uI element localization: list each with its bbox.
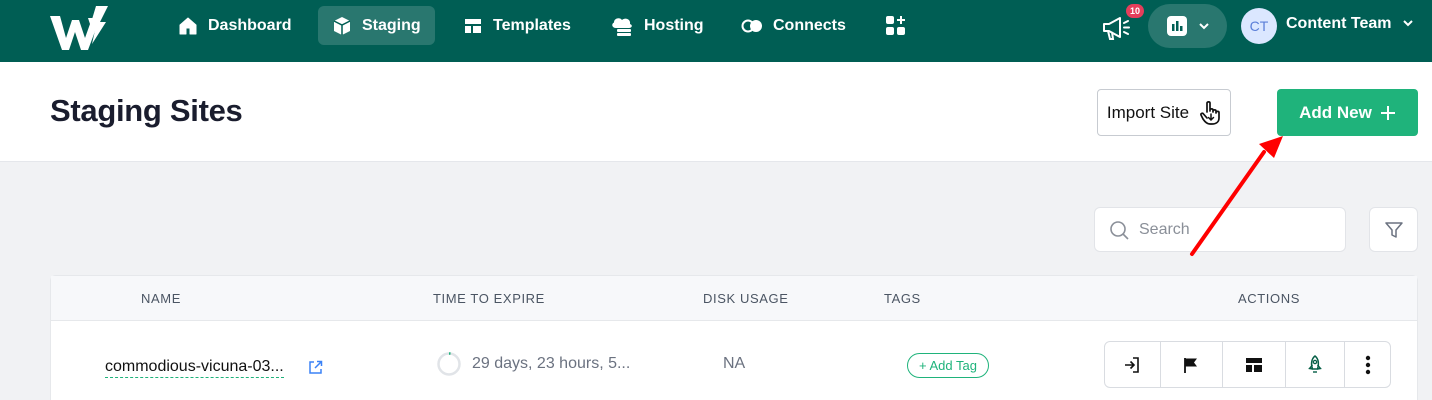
toggle-icon — [741, 19, 762, 32]
stats-dropdown-button[interactable] — [1148, 4, 1227, 48]
annotation-arrow-icon — [1190, 136, 1283, 256]
staging-sites-table: NAME TIME TO EXPIRE DISK USAGE TAGS ACTI… — [50, 275, 1418, 400]
expire-progress-ring-icon — [437, 352, 461, 376]
column-header-disk-usage: DISK USAGE — [703, 291, 789, 306]
flag-icon — [1184, 357, 1198, 373]
login-action-button[interactable] — [1105, 342, 1161, 387]
nav-templates[interactable]: Templates — [449, 6, 585, 45]
user-menu-chevron-icon[interactable] — [1402, 19, 1414, 27]
row-actions-group — [1104, 341, 1391, 388]
user-name[interactable]: Content Team — [1286, 15, 1391, 33]
layout-icon — [465, 18, 481, 33]
table-header: NAME TIME TO EXPIRE DISK USAGE TAGS ACTI… — [51, 276, 1417, 321]
rocket-icon — [1308, 354, 1322, 373]
plus-icon — [1380, 105, 1395, 120]
kebab-menu-icon — [1365, 355, 1370, 374]
nav-connects-label: Connects — [773, 16, 846, 34]
import-site-label: Import Site — [1106, 102, 1190, 122]
template-action-button[interactable] — [1223, 342, 1286, 387]
launch-action-button[interactable] — [1286, 342, 1346, 387]
notification-badge: 10 — [1126, 4, 1144, 18]
layout-icon — [1245, 357, 1262, 372]
user-avatar[interactable]: CT — [1241, 8, 1277, 44]
nav-staging-label: Staging — [362, 16, 421, 34]
column-header-actions: ACTIONS — [1238, 291, 1300, 306]
add-new-button[interactable]: Add New — [1277, 89, 1418, 136]
more-options-button[interactable] — [1345, 342, 1390, 387]
nav-hosting-label: Hosting — [644, 16, 704, 34]
page-title: Staging Sites — [50, 93, 243, 128]
chevron-down-icon — [1198, 23, 1209, 30]
cube-icon — [333, 16, 351, 35]
logo-icon[interactable] — [48, 4, 112, 54]
home-icon — [179, 17, 197, 34]
nav-staging[interactable]: Staging — [318, 6, 435, 45]
login-icon — [1125, 356, 1140, 373]
nav-hosting[interactable]: Hosting — [596, 6, 718, 45]
search-icon — [1110, 220, 1129, 240]
disk-usage-value: NA — [723, 355, 746, 372]
add-new-label: Add New — [1299, 102, 1372, 122]
nav-templates-label: Templates — [493, 16, 571, 34]
column-header-tags: TAGS — [884, 291, 921, 306]
nav-apps[interactable] — [875, 6, 927, 45]
external-link-icon[interactable] — [308, 360, 323, 375]
nav-dashboard[interactable]: Dashboard — [164, 6, 306, 45]
table-row: commodious-vicuna-03... 29 days, 23 hour… — [51, 322, 1417, 400]
add-tag-button[interactable]: + Add Tag — [907, 353, 989, 378]
site-name-link[interactable]: commodious-vicuna-03... — [105, 358, 284, 378]
column-header-name: NAME — [141, 291, 181, 306]
top-navigation-bar: Dashboard Staging Templates Hosting Conn… — [0, 0, 1432, 62]
column-header-time-to-expire: TIME TO EXPIRE — [433, 291, 545, 306]
hand-pointer-icon — [1200, 100, 1220, 125]
cloud-server-icon — [612, 17, 632, 36]
filter-icon — [1384, 221, 1403, 238]
time-to-expire-value: 29 days, 23 hours, 5... — [472, 355, 631, 372]
flag-action-button[interactable] — [1161, 342, 1224, 387]
nav-connects[interactable]: Connects — [727, 6, 860, 45]
filter-button[interactable] — [1369, 207, 1418, 252]
apps-grid-plus-icon — [886, 15, 905, 35]
nav-dashboard-label: Dashboard — [208, 16, 292, 34]
bar-chart-icon — [1166, 16, 1187, 36]
